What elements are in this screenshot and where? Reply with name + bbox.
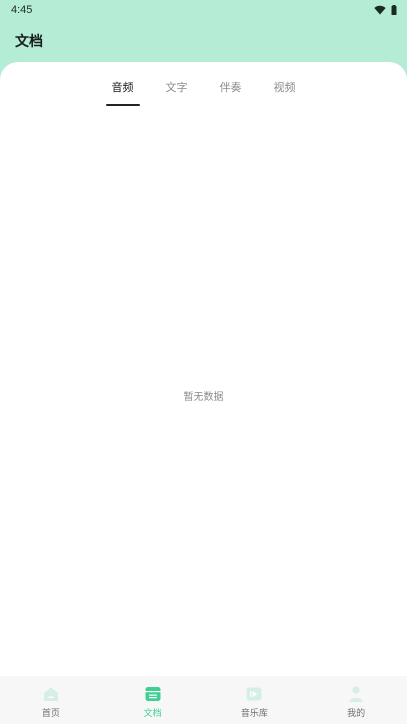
nav-label-document: 文档 [143, 709, 162, 719]
tab-accompaniment[interactable]: 伴奏 [204, 78, 258, 108]
app-header: 文档 [0, 20, 407, 62]
nav-item-home[interactable]: 首页 [0, 676, 102, 724]
empty-state-text: 暂无数据 [183, 392, 224, 403]
home-icon [43, 687, 58, 701]
status-icons [374, 5, 397, 15]
nav-item-music-library[interactable]: 音乐库 [204, 676, 306, 724]
tab-text[interactable]: 文字 [150, 78, 204, 108]
content-card: 音频 文字 伴奏 视频 暂无数据 [0, 62, 407, 676]
page-title: 文档 [15, 34, 43, 50]
bottom-nav: 首页 文档 音乐库 我的 [0, 676, 407, 724]
wifi-icon [374, 5, 386, 15]
tab-audio[interactable]: 音频 [96, 78, 150, 108]
battery-icon [391, 5, 397, 15]
nav-item-document[interactable]: 文档 [102, 676, 204, 724]
profile-icon [349, 686, 363, 702]
status-bar: 4:45 [0, 0, 407, 20]
music-library-icon [246, 687, 262, 701]
tab-video[interactable]: 视频 [258, 78, 312, 108]
status-time: 4:45 [11, 4, 33, 16]
document-icon [145, 687, 161, 701]
nav-label-home: 首页 [41, 709, 60, 719]
nav-label-music-library: 音乐库 [240, 709, 268, 719]
nav-label-profile: 我的 [347, 709, 366, 719]
tab-bar: 音频 文字 伴奏 视频 [0, 78, 407, 108]
nav-item-profile[interactable]: 我的 [305, 676, 407, 724]
